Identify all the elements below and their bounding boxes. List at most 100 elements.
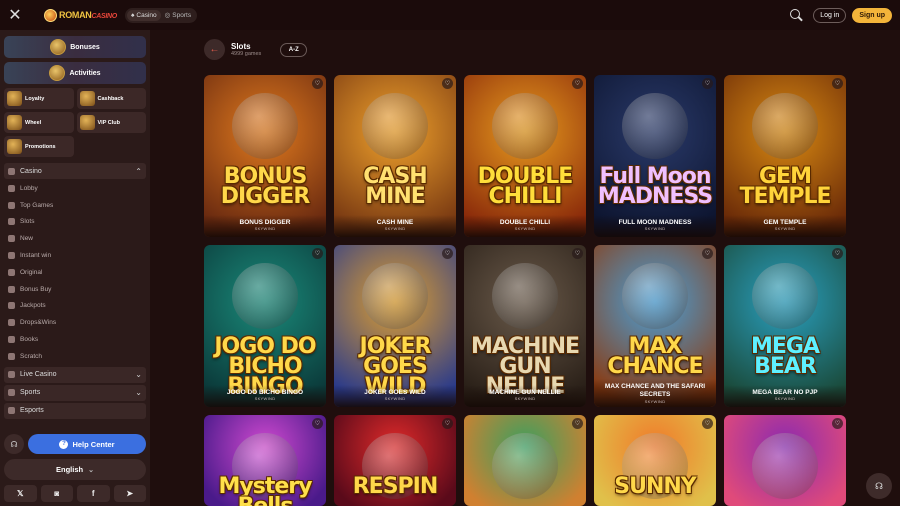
- game-character: [232, 93, 298, 159]
- game-character: [752, 93, 818, 159]
- facebook-icon[interactable]: f: [77, 485, 110, 502]
- game-card[interactable]: ♡ DOUBLE CHILLI DOUBLE CHILLI SKYWIND: [464, 75, 586, 237]
- sidebar-item-scratch[interactable]: Scratch: [4, 348, 146, 365]
- game-art-title: MAX CHANCE: [607, 334, 703, 379]
- mode-switch: ♠ Casino ◎ Sports: [124, 7, 198, 23]
- game-art-title: CASH MINE: [363, 164, 427, 209]
- nav-item-icon: [8, 285, 15, 293]
- game-card[interactable]: ♡ SUNNY: [594, 415, 716, 506]
- favorite-heart-icon[interactable]: ♡: [442, 418, 453, 429]
- game-card[interactable]: ♡: [724, 415, 846, 506]
- game-card[interactable]: ♡ JOGO DO BICHO BINGOJOGO DO BICHO BINGOS…: [204, 245, 326, 407]
- login-button[interactable]: Log in: [813, 7, 847, 23]
- game-card[interactable]: ♡ GEM TEMPLE GEM TEMPLE SKYWIND: [724, 75, 846, 237]
- gift-icon: [50, 39, 67, 55]
- game-character: [362, 263, 428, 329]
- x-icon[interactable]: 𝕏: [4, 485, 37, 502]
- close-icon[interactable]: ✕: [0, 0, 30, 30]
- game-card[interactable]: ♡ JOKER GOES WILDJOKER GOES WILDSKYWIND: [334, 245, 456, 407]
- game-character: [232, 263, 298, 329]
- sidebar-item-original[interactable]: Original: [4, 264, 146, 281]
- promotions-button[interactable]: Promotions: [4, 136, 74, 157]
- game-card[interactable]: ♡ MEGA BEAR MEGA BEAR NO PJP SKYWIND: [724, 245, 846, 407]
- vip-club-button[interactable]: VIP Club: [76, 112, 146, 133]
- language-select[interactable]: English ⌄: [4, 459, 146, 480]
- trophy-icon: [49, 65, 66, 81]
- mode-casino[interactable]: ♠ Casino: [126, 9, 161, 21]
- headset-icon[interactable]: ☊: [4, 434, 24, 454]
- favorite-heart-icon[interactable]: ♡: [832, 418, 843, 429]
- game-name: DOUBLE CHILLI: [499, 219, 551, 226]
- sidebar-item-instant-win[interactable]: Instant win: [4, 247, 146, 264]
- instagram-icon[interactable]: ◙: [40, 485, 73, 502]
- nav-item-icon: [8, 319, 15, 327]
- mode-sports[interactable]: ◎ Sports: [161, 10, 195, 21]
- promo-icon: [7, 139, 22, 154]
- casino-icon: [8, 167, 15, 175]
- favorite-heart-icon[interactable]: ♡: [312, 78, 323, 89]
- help-center-button[interactable]: ? Help Center: [28, 434, 146, 454]
- sort-button[interactable]: A-Z: [280, 42, 308, 57]
- game-card[interactable]: ♡ Full Moon MADNESS FULL MOON MADNESS SKYWI…: [594, 75, 716, 237]
- favorite-heart-icon[interactable]: ♡: [312, 248, 323, 259]
- nav-item-icon: [8, 302, 15, 310]
- activities-button[interactable]: Activities: [4, 62, 146, 84]
- sidebar-item-new[interactable]: New: [4, 230, 146, 247]
- game-caption: JOKER GOES WILD SKYWIND: [334, 385, 456, 407]
- favorite-heart-icon[interactable]: ♡: [832, 248, 843, 259]
- sidebar-item-top-games[interactable]: Top Games: [4, 197, 146, 214]
- loyalty-button[interactable]: Loyalty: [4, 88, 74, 109]
- sports-section[interactable]: Sports ⌄: [4, 384, 146, 401]
- sidebar-item-slots[interactable]: Slots: [4, 214, 146, 231]
- back-arrow-icon[interactable]: ←: [204, 39, 225, 60]
- game-provider: SKYWIND: [644, 399, 666, 404]
- esports-section[interactable]: Esports: [4, 402, 146, 419]
- esports-icon: [8, 407, 15, 415]
- favorite-heart-icon[interactable]: ♡: [442, 78, 453, 89]
- ball-icon: ◎: [164, 12, 171, 19]
- bonuses-button[interactable]: Bonuses: [4, 36, 146, 58]
- support-headset-icon[interactable]: ☊: [866, 473, 892, 499]
- casino-section[interactable]: Casino ⌃: [4, 163, 146, 179]
- favorite-heart-icon[interactable]: ♡: [312, 418, 323, 429]
- wheel-button[interactable]: Wheel: [4, 112, 74, 133]
- favorite-heart-icon[interactable]: ♡: [702, 78, 713, 89]
- game-card[interactable]: ♡ CASH MINE CASH MINE SKYWIND: [334, 75, 456, 237]
- game-card[interactable]: ♡ BONUS DIGGER BONUS DIGGER SKYWIND: [204, 75, 326, 237]
- game-name: CASH MINE: [376, 219, 414, 226]
- game-card[interactable]: ♡ RESPIN: [334, 415, 456, 506]
- nav-item-icon: [8, 252, 15, 260]
- favorite-heart-icon[interactable]: ♡: [832, 78, 843, 89]
- nav-item-icon: [8, 184, 15, 192]
- sidebar-item-jackpots[interactable]: Jackpots: [4, 298, 146, 315]
- top-bar: ✕ ROMANCASINO ♠ Casino ◎ Sports Log in Sig…: [0, 0, 900, 30]
- logo[interactable]: ROMANCASINO: [44, 5, 117, 25]
- favorite-heart-icon[interactable]: ♡: [572, 248, 583, 259]
- signup-button[interactable]: Sign up: [852, 7, 892, 23]
- nav-item-icon: [8, 218, 15, 226]
- favorite-heart-icon[interactable]: ♡: [702, 248, 713, 259]
- live-casino-section[interactable]: Live Casino ⌄: [4, 366, 146, 383]
- cashback-button[interactable]: Cashback: [76, 88, 146, 109]
- favorite-heart-icon[interactable]: ♡: [702, 418, 713, 429]
- sidebar-item-bonus-buy[interactable]: Bonus Buy: [4, 281, 146, 298]
- favorite-heart-icon[interactable]: ♡: [572, 418, 583, 429]
- sidebar-item-lobby[interactable]: Lobby: [4, 180, 146, 197]
- nav-item-icon: [8, 336, 15, 344]
- game-provider: SKYWIND: [254, 396, 276, 401]
- crown-icon: [7, 91, 22, 106]
- logo-main: ROMAN: [59, 10, 92, 20]
- search-icon[interactable]: [789, 8, 803, 22]
- game-card[interactable]: ♡: [464, 415, 586, 506]
- game-card[interactable]: ♡ MACHINE GUN NELLIEMACHINE GUN NELLIESKY…: [464, 245, 586, 407]
- game-caption: BONUS DIGGER SKYWIND: [204, 215, 326, 237]
- game-card[interactable]: ♡ MAX CHANCE MAX CHANCE AND THE SAFARI SEC…: [594, 245, 716, 407]
- telegram-icon[interactable]: ➤: [113, 485, 146, 502]
- favorite-heart-icon[interactable]: ♡: [572, 78, 583, 89]
- game-provider: SKYWIND: [644, 226, 666, 231]
- sidebar-item-books[interactable]: Books: [4, 331, 146, 348]
- favorite-heart-icon[interactable]: ♡: [442, 248, 453, 259]
- sidebar-item-drops-wins[interactable]: Drops&Wins: [4, 314, 146, 331]
- game-card[interactable]: ♡ Mystery Bells: [204, 415, 326, 506]
- wheel-icon: [7, 115, 22, 130]
